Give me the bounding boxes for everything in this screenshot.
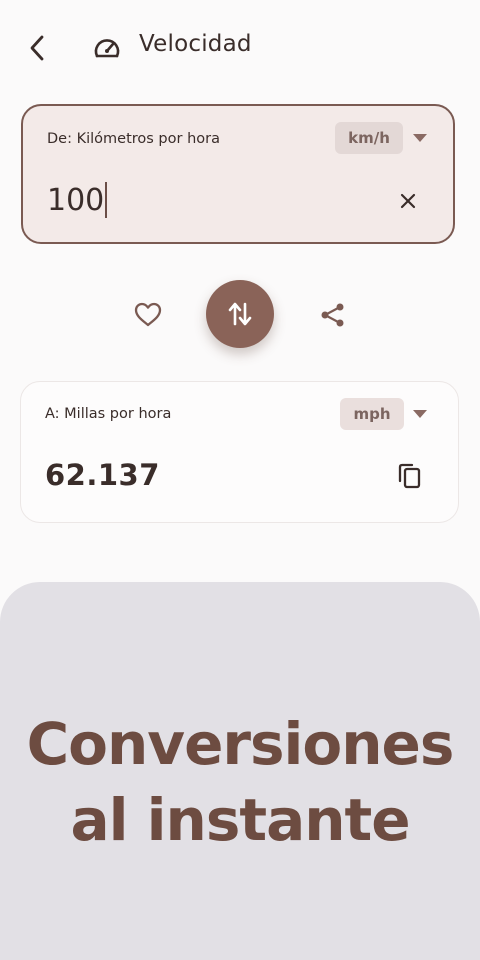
- copy-result-button[interactable]: [397, 462, 423, 490]
- from-unit-card: De: Kilómetros por hora km/h 100: [21, 104, 455, 244]
- promo-headline-line1: Conversiones: [26, 710, 455, 778]
- from-unit-selector[interactable]: km/h: [335, 122, 403, 154]
- promo-banner: Conversiones al instante: [0, 582, 480, 960]
- text-cursor: [105, 182, 108, 218]
- from-unit-label: De: Kilómetros por hora: [47, 131, 220, 147]
- speedometer-icon: [92, 34, 122, 62]
- back-arrow-icon: [30, 35, 44, 61]
- to-unit-label: A: Millas por hora: [45, 406, 172, 422]
- from-value-text: 100: [47, 182, 105, 218]
- result-value: 62.137: [45, 458, 160, 492]
- swap-icon: [228, 302, 252, 326]
- page-title: Velocidad: [139, 31, 252, 57]
- share-button[interactable]: [318, 300, 348, 330]
- action-row: [0, 278, 480, 352]
- favorite-button[interactable]: [133, 300, 163, 330]
- from-unit-dropdown[interactable]: [413, 134, 427, 142]
- clear-input-button[interactable]: [397, 190, 419, 212]
- promo-headline-line2: al instante: [70, 786, 410, 854]
- to-unit-selector[interactable]: mph: [340, 398, 404, 430]
- close-icon: [400, 193, 416, 209]
- chevron-down-icon: [413, 134, 427, 142]
- top-app-bar: Velocidad: [0, 0, 480, 96]
- share-icon: [321, 303, 344, 327]
- copy-icon: [398, 463, 421, 489]
- to-unit-card: A: Millas por hora mph 62.137: [20, 381, 459, 523]
- back-button[interactable]: [22, 30, 52, 66]
- from-value-input[interactable]: 100: [47, 182, 108, 218]
- heart-icon: [134, 302, 162, 327]
- swap-units-button[interactable]: [206, 280, 274, 348]
- chevron-down-icon: [413, 410, 427, 418]
- to-unit-dropdown[interactable]: [413, 410, 427, 418]
